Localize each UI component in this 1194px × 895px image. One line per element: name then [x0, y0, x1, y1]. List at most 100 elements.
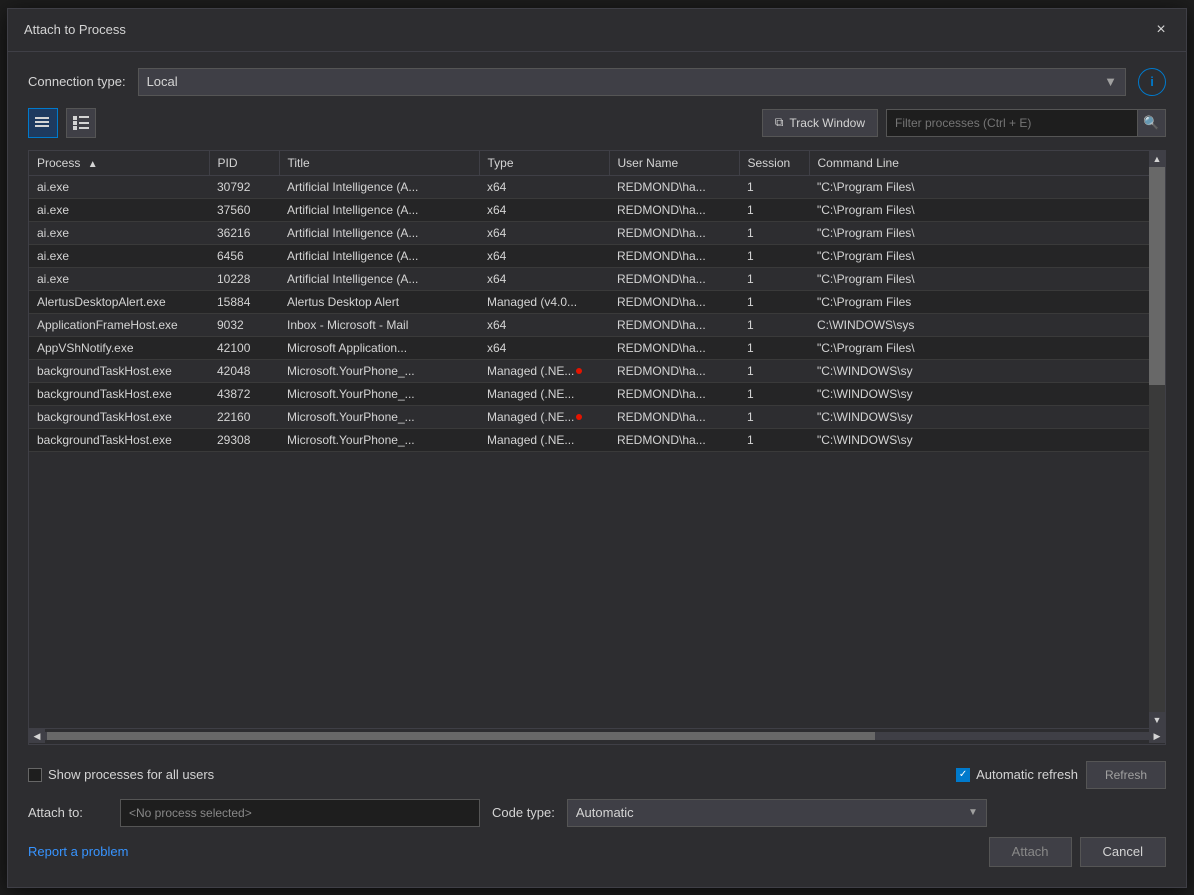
cell-user: REDMOND\ha...	[609, 428, 739, 451]
table-header-row: Process ▲ PID Title Type User Name Sessi…	[29, 151, 1165, 176]
table-scroll-area[interactable]: Process ▲ PID Title Type User Name Sessi…	[29, 151, 1165, 452]
cell-user: REDMOND\ha...	[609, 244, 739, 267]
table-row[interactable]: ai.exe37560Artificial Intelligence (A...…	[29, 198, 1165, 221]
table-row[interactable]: AlertusDesktopAlert.exe15884Alertus Desk…	[29, 290, 1165, 313]
list-view-icon	[35, 116, 51, 130]
cell-type: x64	[479, 198, 609, 221]
cell-type: x64	[479, 175, 609, 198]
col-header-session[interactable]: Session	[739, 151, 809, 176]
connection-type-label: Connection type:	[28, 74, 126, 89]
cell-session: 1	[739, 382, 809, 405]
cell-cmdline: "C:\WINDOWS\sy	[809, 405, 1165, 428]
report-row: Report a problem Attach Cancel	[28, 837, 1166, 871]
connection-type-dropdown[interactable]: Local ▼	[138, 68, 1126, 96]
cell-title: Alertus Desktop Alert	[279, 290, 479, 313]
h-scroll-track[interactable]	[45, 732, 1149, 740]
cell-cmdline: "C:\WINDOWS\sy	[809, 428, 1165, 451]
auto-refresh-label: Automatic refresh	[976, 767, 1078, 782]
cell-cmdline: "C:\Program Files\	[809, 198, 1165, 221]
cell-pid: 22160	[209, 405, 279, 428]
report-problem-link[interactable]: Report a problem	[28, 844, 128, 859]
table-row[interactable]: backgroundTaskHost.exe22160Microsoft.You…	[29, 405, 1165, 428]
track-window-button[interactable]: ⧉ Track Window	[762, 109, 878, 137]
cell-session: 1	[739, 175, 809, 198]
vertical-scrollbar[interactable]: ▲ ▼	[1149, 151, 1165, 728]
filter-search-button[interactable]: 🔍	[1137, 110, 1165, 136]
dialog-title: Attach to Process	[24, 22, 126, 37]
list-view-button[interactable]	[28, 108, 58, 138]
track-window-icon: ⧉	[775, 115, 784, 130]
col-header-process[interactable]: Process ▲	[29, 151, 209, 176]
col-header-type[interactable]: Type	[479, 151, 609, 176]
auto-refresh-checkbox[interactable]: ✓	[956, 768, 970, 782]
cell-session: 1	[739, 313, 809, 336]
table-row[interactable]: backgroundTaskHost.exe43872Microsoft.You…	[29, 382, 1165, 405]
cell-process: backgroundTaskHost.exe	[29, 428, 209, 451]
col-header-cmdline[interactable]: Command Line	[809, 151, 1165, 176]
cell-type: Managed (.NE...	[479, 428, 609, 451]
cell-pid: 29308	[209, 428, 279, 451]
h-scroll-thumb[interactable]	[47, 732, 875, 740]
col-header-title[interactable]: Title	[279, 151, 479, 176]
cell-session: 1	[739, 336, 809, 359]
table-row[interactable]: ApplicationFrameHost.exe9032Inbox - Micr…	[29, 313, 1165, 336]
show-all-checkbox-wrap: Show processes for all users	[28, 767, 214, 782]
cell-process: backgroundTaskHost.exe	[29, 359, 209, 382]
detail-view-button[interactable]	[66, 108, 96, 138]
cell-user: REDMOND\ha...	[609, 267, 739, 290]
table-row[interactable]: backgroundTaskHost.exe29308Microsoft.You…	[29, 428, 1165, 451]
col-header-username[interactable]: User Name	[609, 151, 739, 176]
cell-cmdline: C:\WINDOWS\sys	[809, 313, 1165, 336]
scroll-down-arrow[interactable]: ▼	[1149, 712, 1165, 728]
cell-title: Microsoft Application...	[279, 336, 479, 359]
cell-title: Artificial Intelligence (A...	[279, 244, 479, 267]
code-type-label: Code type:	[492, 805, 555, 820]
attach-to-value: <No process selected>	[120, 799, 480, 827]
table-row[interactable]: ai.exe30792Artificial Intelligence (A...…	[29, 175, 1165, 198]
filter-input-wrap: 🔍	[886, 109, 1166, 137]
code-type-dropdown[interactable]: Automatic ▼	[567, 799, 987, 827]
attach-to-value-text: <No process selected>	[129, 806, 252, 820]
v-scroll-thumb[interactable]	[1149, 167, 1165, 385]
cell-type: x64	[479, 221, 609, 244]
scroll-left-arrow[interactable]: ◀	[29, 729, 45, 743]
process-table: Process ▲ PID Title Type User Name Sessi…	[29, 151, 1165, 452]
cancel-button[interactable]: Cancel	[1080, 837, 1166, 867]
table-row[interactable]: ai.exe10228Artificial Intelligence (A...…	[29, 267, 1165, 290]
close-button[interactable]: ×	[1148, 17, 1174, 43]
cell-cmdline: "C:\Program Files\	[809, 336, 1165, 359]
v-scroll-track[interactable]	[1149, 167, 1165, 712]
cell-cmdline: "C:\WINDOWS\sy	[809, 359, 1165, 382]
cell-user: REDMOND\ha...	[609, 198, 739, 221]
cell-user: REDMOND\ha...	[609, 382, 739, 405]
cell-pid: 15884	[209, 290, 279, 313]
cell-user: REDMOND\ha...	[609, 221, 739, 244]
cell-type: Managed (.NE...	[479, 359, 609, 382]
table-row[interactable]: ai.exe36216Artificial Intelligence (A...…	[29, 221, 1165, 244]
col-header-pid[interactable]: PID	[209, 151, 279, 176]
code-type-chevron-icon: ▼	[968, 807, 978, 818]
table-row[interactable]: backgroundTaskHost.exe42048Microsoft.You…	[29, 359, 1165, 382]
track-window-label: Track Window	[789, 116, 865, 130]
info-button[interactable]: i	[1138, 68, 1166, 96]
cell-process: ApplicationFrameHost.exe	[29, 313, 209, 336]
cell-title: Microsoft.YourPhone_...	[279, 382, 479, 405]
scroll-up-arrow[interactable]: ▲	[1149, 151, 1165, 167]
cell-pid: 30792	[209, 175, 279, 198]
table-row[interactable]: AppVShNotify.exe42100Microsoft Applicati…	[29, 336, 1165, 359]
cell-process: ai.exe	[29, 221, 209, 244]
cell-process: AppVShNotify.exe	[29, 336, 209, 359]
sort-asc-icon: ▲	[88, 159, 98, 170]
attach-button[interactable]: Attach	[989, 837, 1072, 867]
cell-type: x64	[479, 244, 609, 267]
refresh-button[interactable]: Refresh	[1086, 761, 1166, 789]
cell-cmdline: "C:\Program Files\	[809, 175, 1165, 198]
filter-input[interactable]	[887, 116, 1137, 130]
scroll-right-arrow[interactable]: ▶	[1149, 729, 1165, 743]
cell-title: Artificial Intelligence (A...	[279, 267, 479, 290]
cell-process: backgroundTaskHost.exe	[29, 382, 209, 405]
show-all-checkbox[interactable]	[28, 768, 42, 782]
cell-user: REDMOND\ha...	[609, 290, 739, 313]
table-row[interactable]: ai.exe6456Artificial Intelligence (A...x…	[29, 244, 1165, 267]
attach-to-row: Attach to: <No process selected> Code ty…	[28, 799, 1166, 827]
